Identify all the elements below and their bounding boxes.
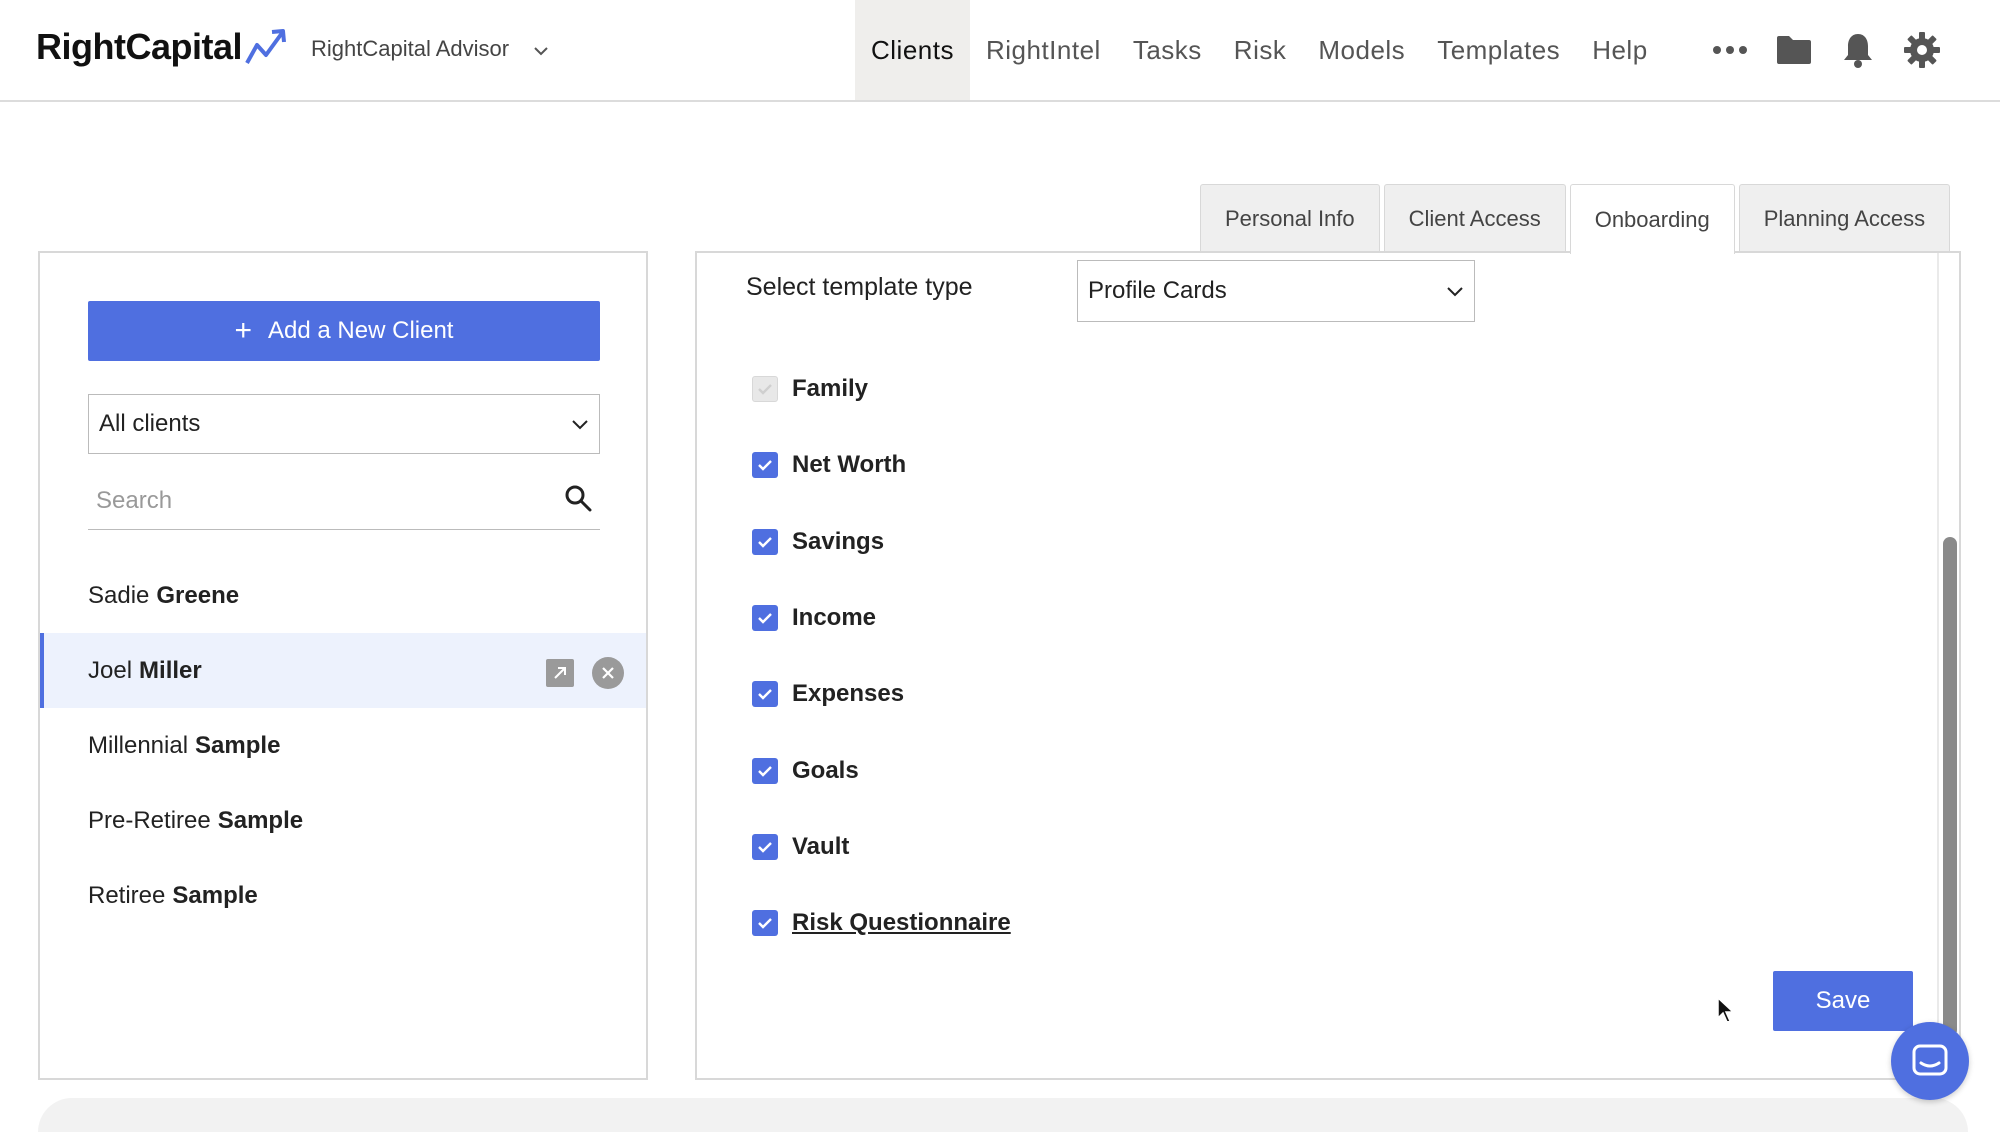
client-last-name: Miller <box>139 656 202 684</box>
client-first-name: Sadie <box>88 581 150 609</box>
search-icon[interactable] <box>564 484 592 517</box>
client-last-name: Greene <box>156 581 240 609</box>
checkbox-family[interactable] <box>752 376 778 403</box>
add-client-button[interactable]: + Add a New Client <box>88 301 600 361</box>
card-row-net-worth: Net Worth <box>752 427 1011 503</box>
save-button[interactable]: Save <box>1773 971 1913 1031</box>
advisor-name: RightCapital Advisor <box>311 36 510 61</box>
nav-icons <box>1708 28 1964 72</box>
list-item[interactable]: Millennial Sample <box>40 708 646 783</box>
logo-text: RightCapital <box>36 26 243 67</box>
chat-launcher-icon[interactable] <box>1891 1022 1969 1100</box>
bell-icon[interactable] <box>1836 28 1880 72</box>
card-row-family: Family <box>752 351 1011 427</box>
nav-models[interactable]: Models <box>1302 0 1421 100</box>
client-first-name: Pre-Retiree <box>88 806 211 834</box>
nav-templates[interactable]: Templates <box>1421 0 1576 100</box>
card-row-savings: Savings <box>752 504 1011 580</box>
client-tabs: Personal Info Client Access Onboarding P… <box>1200 184 1954 254</box>
top-bar: RightCapital RightCapital Advisor Client… <box>0 0 2000 102</box>
add-client-label: Add a New Client <box>268 317 454 344</box>
card-row-expenses: Expenses <box>752 656 1011 732</box>
main-nav: Clients RightIntel Tasks Risk Models Tem… <box>855 0 1664 100</box>
list-item[interactable]: Joel Miller <box>40 633 646 708</box>
card-label: Expenses <box>792 680 905 708</box>
chevron-down-icon <box>1446 277 1464 305</box>
client-first-name: Joel <box>88 656 133 684</box>
logo-arrow-icon <box>245 29 286 64</box>
mouse-cursor-icon <box>1716 996 1736 1029</box>
gear-icon[interactable] <box>1900 28 1944 72</box>
profile-card-list: Family Net Worth Savings Income Expenses <box>752 351 1011 961</box>
scrollbar-thumb[interactable] <box>1943 537 1957 1037</box>
list-item[interactable]: Pre-Retiree Sample <box>40 783 646 858</box>
scrollbar[interactable] <box>1937 253 1959 1078</box>
card-row-goals: Goals <box>752 732 1011 808</box>
client-last-name: Sample <box>172 881 258 909</box>
risk-questionnaire-link[interactable]: Risk Questionnaire <box>792 909 1011 937</box>
client-last-name: Sample <box>217 806 304 834</box>
tab-client-access[interactable]: Client Access <box>1383 184 1566 252</box>
card-label: Savings <box>792 527 885 555</box>
client-filter-select[interactable]: All clients <box>88 394 600 454</box>
card-label: Income <box>792 604 877 632</box>
client-last-name: Sample <box>195 731 281 759</box>
checkbox-goals[interactable] <box>752 757 778 784</box>
bottom-edge <box>38 1098 1968 1132</box>
search-placeholder: Search <box>96 486 173 514</box>
tab-onboarding[interactable]: Onboarding <box>1569 184 1735 254</box>
client-search-input[interactable]: Search <box>88 472 600 530</box>
checkbox-savings[interactable] <box>752 528 778 555</box>
chevron-down-icon <box>533 36 549 62</box>
card-row-risk-questionnaire: Risk Questionnaire <box>752 885 1011 961</box>
client-first-name: Millennial <box>88 731 189 759</box>
client-sidebar: + Add a New Client All clients Search Sa… <box>38 251 648 1080</box>
chevron-down-icon <box>571 410 589 438</box>
checkbox-risk-questionnaire[interactable] <box>752 910 778 937</box>
card-label: Vault <box>792 832 850 860</box>
nav-rightintel[interactable]: RightIntel <box>970 0 1117 100</box>
nav-clients[interactable]: Clients <box>855 0 970 100</box>
plus-icon: + <box>234 314 253 347</box>
template-type-value: Profile Cards <box>1088 277 1227 304</box>
checkbox-vault[interactable] <box>752 833 778 860</box>
template-type-select[interactable]: Profile Cards <box>1077 260 1475 322</box>
logo[interactable]: RightCapital <box>36 24 288 70</box>
client-first-name: Retiree <box>88 881 166 909</box>
card-label: Family <box>792 375 869 403</box>
checkbox-net-worth[interactable] <box>752 452 778 479</box>
client-filter-value: All clients <box>99 410 201 437</box>
client-list: Sadie Greene Joel Miller Millennial Sample … <box>40 558 646 933</box>
client-actions <box>546 657 624 689</box>
list-item[interactable]: Retiree Sample <box>40 858 646 933</box>
close-icon[interactable] <box>592 657 624 689</box>
template-type-label: Select template type <box>746 273 973 301</box>
card-label: Goals <box>792 756 859 784</box>
open-external-icon[interactable] <box>546 659 574 687</box>
nav-risk[interactable]: Risk <box>1218 0 1303 100</box>
more-icon[interactable] <box>1708 28 1752 72</box>
onboarding-panel: Select template type Profile Cards Famil… <box>695 251 1961 1080</box>
checkbox-expenses[interactable] <box>752 681 778 708</box>
advisor-switcher[interactable]: RightCapital Advisor <box>311 36 549 62</box>
checkbox-income[interactable] <box>752 605 778 632</box>
nav-tasks[interactable]: Tasks <box>1117 0 1218 100</box>
nav-help[interactable]: Help <box>1576 0 1663 100</box>
card-row-vault: Vault <box>752 809 1011 885</box>
tab-personal-info[interactable]: Personal Info <box>1200 184 1380 252</box>
card-row-income: Income <box>752 580 1011 656</box>
card-label: Net Worth <box>792 451 907 479</box>
tab-planning-access[interactable]: Planning Access <box>1738 184 1951 252</box>
folder-icon[interactable] <box>1772 28 1816 72</box>
list-item[interactable]: Sadie Greene <box>40 558 646 633</box>
